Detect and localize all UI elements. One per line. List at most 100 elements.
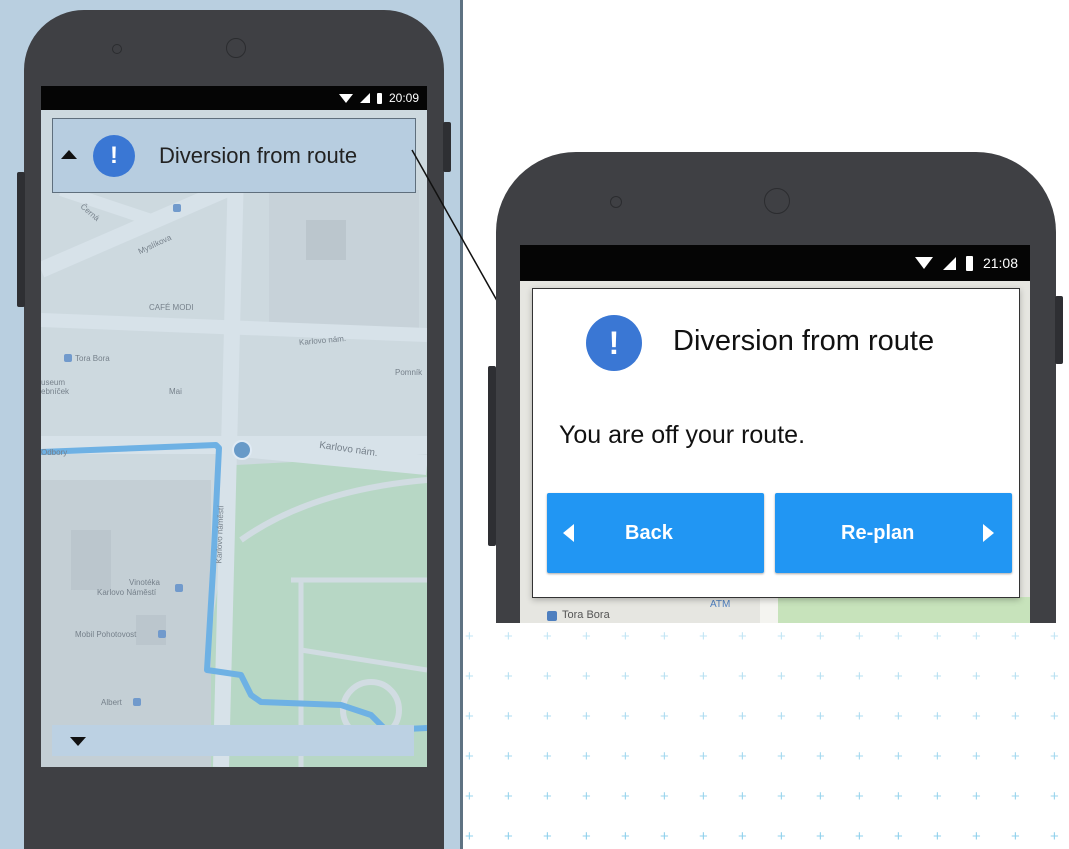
plus-mark: +: [465, 788, 474, 805]
plus-mark: +: [972, 668, 981, 685]
banner-title: Diversion from route: [159, 143, 358, 168]
plus-mark: +: [465, 628, 474, 645]
plus-mark: +: [1011, 628, 1020, 645]
plus-mark: +: [894, 788, 903, 805]
dialog-message: You are off your route.: [559, 421, 806, 449]
plus-mark: +: [738, 628, 747, 645]
plus-pattern-area: + + + + + + + + + + + + + + + + + + + + + + + + + + + + + + + + + + + + + + + +…: [463, 623, 1069, 849]
map-label-atm: ATM: [710, 599, 731, 610]
triangle-up-icon[interactable]: [61, 150, 77, 159]
plus-mark: +: [777, 788, 786, 805]
plus-mark: +: [816, 828, 825, 845]
bottom-bar[interactable]: [52, 725, 414, 756]
plus-mark: +: [660, 668, 669, 685]
battery-icon: [965, 255, 973, 271]
plus-mark: +: [699, 748, 708, 765]
signal-icon: [359, 93, 370, 103]
plus-mark: +: [933, 668, 942, 685]
plus-mark: +: [699, 708, 708, 725]
wifi-icon: [338, 93, 353, 103]
left-status-bar: 20:09: [41, 86, 427, 110]
plus-mark: +: [543, 828, 552, 845]
plus-mark: +: [699, 828, 708, 845]
plus-mark: +: [738, 748, 747, 765]
plus-mark: +: [1011, 708, 1020, 725]
plus-mark: +: [543, 668, 552, 685]
plus-mark: +: [543, 628, 552, 645]
right-map-park: [778, 597, 1030, 623]
right-phone-speaker: [610, 196, 622, 208]
plus-mark: +: [777, 668, 786, 685]
plus-mark: +: [465, 748, 474, 765]
exclamation-icon: !: [586, 315, 642, 371]
plus-mark: +: [582, 828, 591, 845]
plus-mark: +: [777, 748, 786, 765]
plus-mark: +: [1050, 748, 1059, 765]
plus-mark: +: [465, 828, 474, 845]
plus-mark: +: [582, 748, 591, 765]
plus-mark: +: [855, 748, 864, 765]
signal-icon: [942, 256, 956, 270]
plus-mark: +: [1011, 788, 1020, 805]
diversion-banner[interactable]: ! Diversion from route: [52, 118, 416, 193]
wifi-icon: [914, 257, 933, 269]
plus-mark: +: [816, 668, 825, 685]
back-button[interactable]: Back: [547, 493, 764, 573]
plus-mark: +: [816, 708, 825, 725]
chevron-left-icon: [563, 524, 574, 542]
plus-mark: +: [543, 708, 552, 725]
plus-mark: +: [504, 828, 513, 845]
plus-mark: +: [504, 788, 513, 805]
chevron-right-icon: [983, 524, 994, 542]
triangle-down-icon[interactable]: [70, 737, 86, 746]
tora-bora-icon: [547, 611, 557, 621]
battery-icon: [376, 92, 382, 104]
plus-mark: +: [816, 788, 825, 805]
replan-button[interactable]: Re-plan: [775, 493, 1012, 573]
plus-mark: +: [1050, 788, 1059, 805]
plus-mark: +: [504, 628, 513, 645]
right-phone-camera: [764, 188, 790, 214]
plus-mark: +: [621, 828, 630, 845]
status-time: 20:09: [388, 91, 419, 105]
plus-mark: +: [972, 788, 981, 805]
left-phone-power-button[interactable]: [443, 122, 451, 172]
plus-mark: +: [621, 628, 630, 645]
plus-mark: +: [582, 628, 591, 645]
right-phone-volume-button[interactable]: [488, 366, 496, 546]
right-status-bar: 21:08: [520, 245, 1030, 281]
plus-mark: +: [1011, 668, 1020, 685]
dialog-title: Diversion from route: [673, 325, 935, 357]
plus-mark: +: [894, 668, 903, 685]
plus-mark: +: [660, 748, 669, 765]
plus-mark: +: [504, 708, 513, 725]
plus-mark: +: [504, 668, 513, 685]
plus-mark: +: [582, 708, 591, 725]
plus-mark: +: [543, 788, 552, 805]
left-phone-camera: [226, 38, 246, 58]
plus-mark: +: [660, 828, 669, 845]
plus-mark: +: [699, 628, 708, 645]
plus-mark: +: [855, 828, 864, 845]
left-phone-volume-button[interactable]: [17, 172, 25, 307]
plus-mark: +: [465, 708, 474, 725]
plus-mark: +: [855, 788, 864, 805]
plus-mark: +: [777, 828, 786, 845]
plus-mark: +: [894, 628, 903, 645]
plus-mark: +: [972, 628, 981, 645]
plus-mark: +: [465, 668, 474, 685]
plus-mark: +: [1011, 748, 1020, 765]
status-time: 21:08: [982, 255, 1018, 271]
plus-mark: +: [1011, 828, 1020, 845]
plus-mark: +: [933, 828, 942, 845]
plus-mark: +: [777, 628, 786, 645]
plus-mark: +: [855, 628, 864, 645]
left-phone-speaker: [112, 44, 122, 54]
plus-mark: +: [621, 708, 630, 725]
plus-mark: +: [582, 668, 591, 685]
plus-mark: +: [1050, 668, 1059, 685]
exclamation-icon: !: [93, 135, 135, 177]
right-phone-power-button[interactable]: [1055, 296, 1063, 364]
plus-mark: +: [621, 788, 630, 805]
plus-mark: +: [972, 828, 981, 845]
